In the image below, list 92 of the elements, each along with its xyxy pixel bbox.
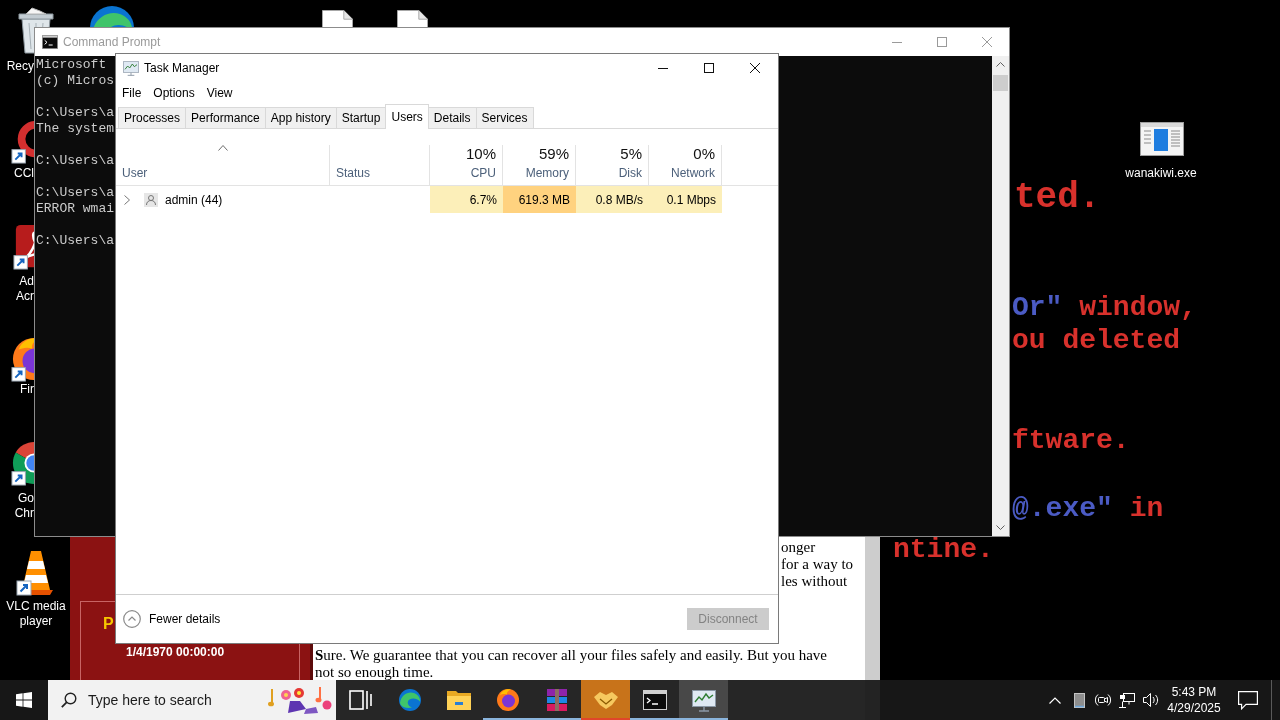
table-cell: 6.7% [430, 186, 503, 213]
ring-logo-icon[interactable] [11, 118, 34, 164]
scroll-thumb[interactable] [993, 75, 1008, 91]
icon-label: VLC media [6, 599, 66, 614]
fewer-details-button[interactable]: Fewer details [123, 610, 221, 628]
minimize-icon [891, 41, 902, 43]
tab[interactable]: Performance [185, 107, 266, 128]
scroll-down-icon[interactable] [996, 525, 1005, 530]
clock-button[interactable]: 5:43 PM 4/29/2025 [1163, 680, 1225, 720]
menu-item[interactable]: File [116, 82, 148, 104]
timer-label: P [103, 614, 114, 634]
icon-label: Recy [6, 59, 34, 74]
monitor-chart-icon [691, 688, 716, 712]
table-cell: 619.3 MB [503, 186, 576, 213]
tile-icon [1073, 692, 1085, 708]
task-view-icon [348, 688, 373, 712]
tab[interactable]: Services [475, 107, 534, 128]
wallpaper-text: @.exe" in [1012, 497, 1164, 521]
chevron-right-icon[interactable] [124, 194, 130, 205]
swirl-tile-icon[interactable] [13, 224, 34, 270]
program-window-icon[interactable] [1140, 122, 1184, 156]
table-cell: 0.1 Mbps [649, 186, 722, 213]
terminal-icon [642, 688, 667, 712]
wallpaper-text: ntine. [893, 539, 994, 561]
wave-circle-icon [397, 688, 422, 712]
close-icon [981, 37, 992, 47]
console-line: The system [36, 121, 114, 137]
monitor-chart-icon [123, 60, 139, 76]
chevron-up-icon [1049, 696, 1061, 704]
menu-item[interactable]: View [200, 82, 239, 104]
tab[interactable]: Startup [335, 107, 387, 128]
stacked-books-icon [544, 688, 569, 712]
icon-label: Fir [20, 382, 34, 397]
icon-label: Ad [19, 274, 34, 289]
tab[interactable]: App history [264, 107, 337, 128]
column-header[interactable]: 0% Network [649, 145, 722, 185]
icon-label: Acr [16, 289, 34, 304]
terminal-icon [42, 35, 58, 49]
message-fragment: onger [781, 539, 816, 556]
console-line: ERROR wmai [36, 201, 114, 217]
taskbar-button[interactable] [679, 680, 728, 720]
search-field[interactable]: Type here to search [48, 680, 336, 720]
document-icon[interactable] [322, 10, 353, 27]
wallpaper-text: ftware. [1012, 429, 1130, 453]
icon-label: wanakiwi.exe [1125, 166, 1197, 181]
search-icon [61, 692, 77, 708]
speech-bubble-icon [1238, 690, 1258, 710]
timer-value: 1/4/1970 00:00:00 [126, 644, 225, 660]
minimize-icon [658, 67, 668, 69]
column-header[interactable]: 10% CPU [430, 145, 503, 185]
console-line: C:\Users\a [36, 233, 114, 249]
flame-circle-icon [495, 688, 520, 712]
console-line: (c) Micros [36, 73, 114, 89]
window-title: Task Manager [144, 61, 220, 75]
window-title: Command Prompt [63, 35, 161, 49]
tab[interactable]: Users [385, 104, 429, 129]
wallpaper-text: Or" window, [1012, 296, 1197, 320]
close-icon [750, 63, 760, 73]
chevron-circle-icon [123, 610, 141, 628]
console-line: C:\Users\a [36, 153, 114, 169]
icon-label: player [19, 614, 53, 629]
windows-logo-icon [16, 692, 32, 708]
traffic-cone-icon[interactable] [16, 548, 56, 596]
network-icon [1119, 692, 1135, 708]
user-name: admin (44) [165, 192, 223, 207]
icon-label: CCl [14, 166, 34, 181]
tab[interactable]: Processes [118, 107, 187, 128]
flowers-icon [268, 685, 332, 715]
speaker-icon [1143, 693, 1159, 707]
console-line: C:\Users\a [36, 185, 114, 201]
icon-label: Go [18, 491, 34, 506]
column-header[interactable]: Status [330, 145, 430, 185]
icon-label: Chr [14, 506, 34, 521]
menu-item[interactable]: Options [147, 82, 201, 104]
console-line: Microsoft [36, 57, 107, 73]
column-header[interactable]: 5% Disk [576, 145, 649, 185]
camera-icon [1095, 693, 1111, 707]
wallpaper-text: ou deleted [1012, 329, 1181, 353]
tab[interactable]: Details [427, 107, 477, 128]
maximize-icon [936, 37, 947, 47]
folder-icon [446, 688, 471, 712]
console-line: C:\Users\a [36, 105, 114, 121]
message-fragment: for a way to [781, 556, 854, 573]
message-paragraph: Sure. We guarantee that you can recover all your files safely and easily. But you have not so enough time. [315, 647, 828, 681]
table-cell: 0.8 MB/s [576, 186, 649, 213]
maximize-icon [704, 63, 714, 73]
message-fragment: les without [781, 573, 848, 590]
user-icon [144, 192, 158, 207]
column-header[interactable]: User [116, 145, 330, 185]
column-header[interactable]: 59% Memory [503, 145, 576, 185]
scroll-up-icon[interactable] [996, 62, 1005, 67]
document-icon[interactable] [397, 10, 428, 27]
